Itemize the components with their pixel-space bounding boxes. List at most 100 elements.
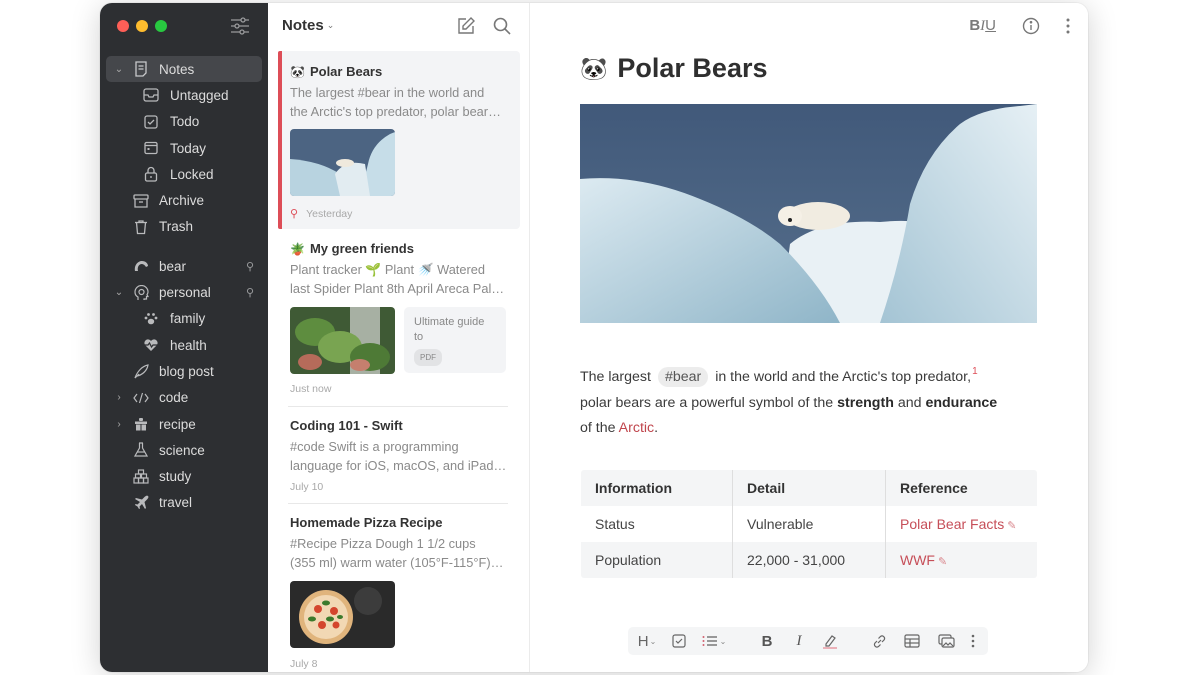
more-vertical-icon[interactable] — [1066, 18, 1070, 34]
search-icon[interactable] — [492, 16, 512, 36]
note-list-header: Notes ⌄ — [268, 3, 529, 49]
table-cell[interactable]: 22,000 - 31,000 — [732, 542, 886, 578]
sidebar-tag-personal[interactable]: ⌄ personal ⚲ — [106, 279, 262, 305]
table-cell[interactable]: Population — [581, 542, 733, 578]
sidebar-tag-bear[interactable]: bear ⚲ — [106, 253, 262, 279]
airplane-icon — [132, 494, 150, 512]
table-button[interactable] — [903, 627, 921, 655]
text-format-button[interactable]: BIU — [969, 17, 996, 35]
chevron-right-icon[interactable]: › — [114, 419, 124, 430]
more-format-button[interactable] — [968, 627, 978, 655]
code-icon — [132, 389, 150, 407]
table-header[interactable]: Reference — [885, 470, 1037, 506]
table-cell[interactable]: Status — [581, 505, 733, 542]
sidebar-item-archive[interactable]: Archive — [106, 187, 262, 213]
snippet-line: the Arctic's top predator, polar bear… — [290, 103, 501, 119]
note-list-title: Notes — [282, 17, 324, 34]
text-run: of the — [580, 420, 616, 436]
sidebar-item-label: Locked — [170, 166, 214, 182]
sidebar-item-locked[interactable]: Locked — [106, 161, 262, 187]
reference-link[interactable]: WWF — [900, 552, 935, 568]
info-icon[interactable] — [1022, 17, 1040, 35]
zoom-window-button[interactable] — [155, 20, 167, 32]
bear-icon — [132, 257, 150, 275]
chevron-down-icon[interactable]: ⌄ — [114, 64, 124, 75]
note-item-polar-bears[interactable]: 🐼 Polar Bears The largest #bear in the w… — [278, 51, 520, 229]
snippet-line: The largest #bear in the world and — [290, 85, 485, 100]
sidebar-item-label: Notes — [159, 61, 195, 77]
pin-icon: ⚲ — [245, 287, 254, 300]
document-title-text: Polar Bears — [617, 53, 768, 83]
sidebar-tag-recipe[interactable]: › recipe — [106, 411, 262, 437]
table-header[interactable]: Information — [581, 470, 733, 506]
sidebar-tag-blog-post[interactable]: blog post — [106, 358, 262, 384]
checkbox-icon — [672, 634, 686, 648]
sidebar-item-trash[interactable]: Trash — [106, 214, 262, 240]
paw-icon — [142, 310, 160, 328]
bold-text: strength — [837, 394, 894, 411]
sliders-icon[interactable] — [230, 17, 250, 35]
minimize-window-button[interactable] — [136, 20, 148, 32]
chevron-down-icon[interactable]: ⌄ — [114, 287, 124, 298]
heading-button[interactable]: H ⌄ — [636, 627, 658, 655]
link-button[interactable] — [870, 627, 888, 655]
image-button[interactable] — [936, 627, 956, 655]
note-date: July 10 — [290, 481, 324, 493]
footnote-ref[interactable]: 1 — [972, 366, 978, 377]
chevron-down-icon: ⌄ — [719, 636, 727, 646]
pdf-attachment-card[interactable]: Ultimate guide to PDF — [404, 307, 506, 373]
chevron-right-icon[interactable]: › — [114, 392, 124, 403]
sidebar-tag-travel[interactable]: travel — [106, 490, 262, 516]
sidebar-tag-study[interactable]: study — [106, 463, 262, 489]
blocks-icon — [132, 468, 150, 486]
note-title-text: My green friends — [309, 241, 414, 256]
note-item-my-green-friends[interactable]: 🪴 My green friends Plant tracker 🌱 Plant… — [278, 233, 520, 403]
note-snippet: #Recipe Pizza Dough 1 1/2 cups (355 ml) … — [290, 535, 512, 572]
hashtag-bear[interactable]: #bear — [657, 367, 709, 387]
italic-button[interactable]: I — [790, 627, 808, 655]
snippet-line: Plant tracker 🌱 Plant 🚿 Watered — [290, 262, 485, 277]
pin-icon: ⚲ — [290, 208, 299, 220]
bold-button[interactable]: B — [758, 627, 776, 655]
sidebar-item-untagged[interactable]: Untagged — [106, 82, 262, 108]
info-table: Information Detail Reference Status Vuln… — [580, 469, 1038, 579]
sidebar-tag-code[interactable]: › code — [106, 385, 262, 411]
list-button[interactable]: ⌄ — [700, 627, 728, 655]
checkbox-button[interactable] — [670, 627, 688, 655]
table-cell[interactable]: WWF ✎ — [885, 542, 1037, 578]
table-header[interactable]: Detail — [732, 470, 886, 506]
snippet-line: #code Swift is a programming — [290, 439, 459, 454]
bold-text: endurance — [925, 394, 998, 411]
table-cell[interactable]: Vulnerable — [732, 505, 886, 542]
sidebar-item-today[interactable]: Today — [106, 135, 262, 161]
sidebar-tag-health[interactable]: health — [106, 332, 262, 358]
note-item-homemade-pizza[interactable]: Homemade Pizza Recipe #Recipe Pizza Doug… — [278, 505, 520, 672]
sidebar-tag-science[interactable]: science — [106, 437, 262, 463]
table-icon — [904, 634, 920, 648]
highlight-button[interactable] — [820, 627, 840, 655]
document-title[interactable]: 🐼 Polar Bears — [580, 53, 768, 84]
note-item-coding-101-swift[interactable]: Coding 101 - Swift #code Swift is a prog… — [278, 408, 520, 500]
more-vertical-icon — [971, 634, 975, 648]
sidebar-item-label: health — [170, 337, 207, 353]
sidebar-item-notes[interactable]: ⌄ Notes — [106, 56, 262, 83]
document-paragraph[interactable]: The largest #bear in the world and the A… — [580, 359, 1020, 442]
notes-filter-dropdown[interactable]: Notes ⌄ — [282, 17, 334, 34]
pencil-icon[interactable]: ✎ — [938, 556, 947, 568]
sidebar-item-label: study — [159, 469, 192, 485]
sidebar-tag-family[interactable]: family — [106, 306, 262, 332]
pencil-icon[interactable]: ✎ — [1007, 520, 1016, 532]
snippet-line: (355 ml) warm water (105°F-115°F)… — [290, 554, 504, 570]
reference-link[interactable]: Polar Bear Facts — [900, 516, 1004, 532]
panda-emoji-icon: 🐼 — [290, 64, 305, 79]
compose-icon[interactable] — [456, 16, 476, 36]
polar-bear-image[interactable] — [580, 104, 1037, 323]
archive-icon — [132, 192, 150, 210]
divider — [288, 503, 508, 504]
close-window-button[interactable] — [117, 20, 129, 32]
heart-pulse-icon — [142, 336, 160, 354]
sidebar-item-todo[interactable]: Todo — [106, 109, 262, 135]
table-cell[interactable]: Polar Bear Facts ✎ — [886, 506, 1038, 543]
app-window: ⌄ Notes Untagged Todo Today Locked Archi… — [100, 3, 1088, 672]
arctic-link[interactable]: Arctic — [619, 420, 654, 436]
